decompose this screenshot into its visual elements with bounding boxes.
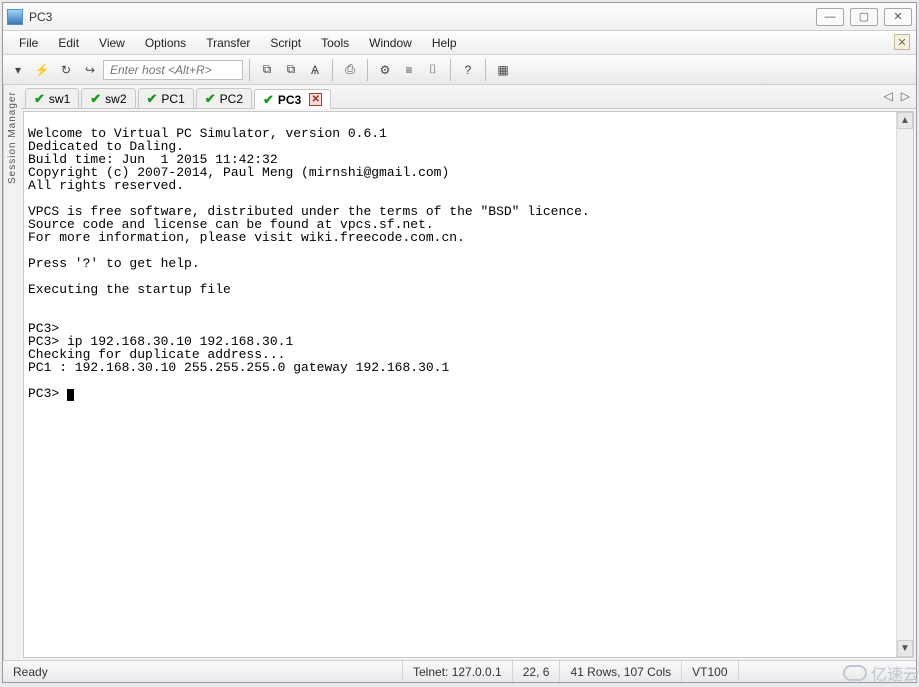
- key-map-icon[interactable]: ⌷: [422, 59, 444, 81]
- check-icon: ✔: [34, 91, 45, 107]
- cursor-icon: [67, 389, 74, 401]
- titlebar: PC3 — ▢ ✕: [3, 3, 916, 31]
- reconnect-icon[interactable]: ↻: [55, 59, 77, 81]
- menubar: File Edit View Options Transfer Script T…: [3, 31, 916, 55]
- maximize-button[interactable]: ▢: [850, 8, 878, 26]
- check-icon: ✔: [205, 91, 216, 107]
- status-cursor-pos: 22, 6: [513, 661, 561, 682]
- toolbar: ▾ ⚡ ↻ ↪ ⧉ ⧉ Ѧ ⎙ ⚙ ≡ ⌷ ? ▦: [3, 55, 916, 85]
- tab-strip: ✔ sw1 ✔ sw2 ✔ PC1 ✔ PC2 ✔ PC3: [21, 85, 916, 109]
- ruler-icon[interactable]: ≡: [398, 59, 420, 81]
- check-icon: ✔: [90, 91, 101, 107]
- disconnect-icon[interactable]: ↪: [79, 59, 101, 81]
- statusbar: Ready Telnet: 127.0.0.1 22, 6 41 Rows, 1…: [3, 660, 916, 682]
- find-icon[interactable]: Ѧ: [304, 59, 326, 81]
- tab-label: PC2: [220, 92, 243, 106]
- session-dropdown-icon[interactable]: ▾: [7, 59, 29, 81]
- menu-file[interactable]: File: [9, 33, 48, 53]
- menu-tools[interactable]: Tools: [311, 33, 359, 53]
- status-terminal-type: VT100: [682, 661, 738, 682]
- tab-pc1[interactable]: ✔ PC1: [138, 88, 194, 108]
- menu-options[interactable]: Options: [135, 33, 196, 53]
- paste-icon[interactable]: ⧉: [280, 59, 302, 81]
- menu-edit[interactable]: Edit: [48, 33, 89, 53]
- terminal-pane: Welcome to Virtual PC Simulator, version…: [23, 111, 914, 658]
- app-window: PC3 — ▢ ✕ File Edit View Options Transfe…: [2, 2, 917, 683]
- window-title: PC3: [29, 10, 52, 24]
- app-icon: [7, 9, 23, 25]
- menu-window[interactable]: Window: [359, 33, 422, 53]
- check-icon: ✔: [263, 92, 274, 108]
- copy-icon[interactable]: ⧉: [256, 59, 278, 81]
- tab-scroll-left-icon[interactable]: ◁: [884, 89, 893, 103]
- scroll-down-icon[interactable]: ▼: [897, 640, 913, 657]
- status-connection: Telnet: 127.0.0.1: [403, 661, 513, 682]
- tab-pc2[interactable]: ✔ PC2: [196, 88, 252, 108]
- menu-view[interactable]: View: [89, 33, 135, 53]
- tab-label: sw2: [105, 92, 126, 106]
- help-icon[interactable]: ?: [457, 59, 479, 81]
- status-dimensions: 41 Rows, 107 Cols: [560, 661, 682, 682]
- settings-icon[interactable]: ⚙: [374, 59, 396, 81]
- terminal-text: Welcome to Virtual PC Simulator, version…: [28, 126, 590, 401]
- tab-sw2[interactable]: ✔ sw2: [81, 88, 135, 108]
- host-input[interactable]: [103, 60, 243, 80]
- vertical-scrollbar[interactable]: ▲ ▼: [896, 112, 913, 657]
- print-icon[interactable]: ⎙: [339, 59, 361, 81]
- close-button[interactable]: ✕: [884, 8, 912, 26]
- menu-script[interactable]: Script: [260, 33, 311, 53]
- menu-transfer[interactable]: Transfer: [196, 33, 260, 53]
- tab-label: PC3: [278, 93, 301, 107]
- tab-pc3[interactable]: ✔ PC3 ✕: [254, 89, 331, 109]
- tab-sw1[interactable]: ✔ sw1: [25, 88, 79, 108]
- menu-help[interactable]: Help: [422, 33, 467, 53]
- tab-label: PC1: [161, 92, 184, 106]
- check-icon: ✔: [147, 91, 158, 107]
- minimize-button[interactable]: —: [816, 8, 844, 26]
- palette-icon[interactable]: ▦: [492, 59, 514, 81]
- status-ready: Ready: [3, 661, 403, 682]
- window-controls: — ▢ ✕: [816, 8, 912, 26]
- tab-scroll-right-icon[interactable]: ▷: [901, 89, 910, 103]
- tab-close-icon[interactable]: ✕: [309, 93, 322, 106]
- tab-label: sw1: [49, 92, 70, 106]
- scroll-up-icon[interactable]: ▲: [897, 112, 913, 129]
- quick-connect-icon[interactable]: ⚡: [31, 59, 53, 81]
- terminal-output[interactable]: Welcome to Virtual PC Simulator, version…: [24, 112, 896, 657]
- session-manager-panel-tab[interactable]: Session Manager: [3, 85, 21, 660]
- mdi-close-button[interactable]: ✕: [894, 34, 910, 50]
